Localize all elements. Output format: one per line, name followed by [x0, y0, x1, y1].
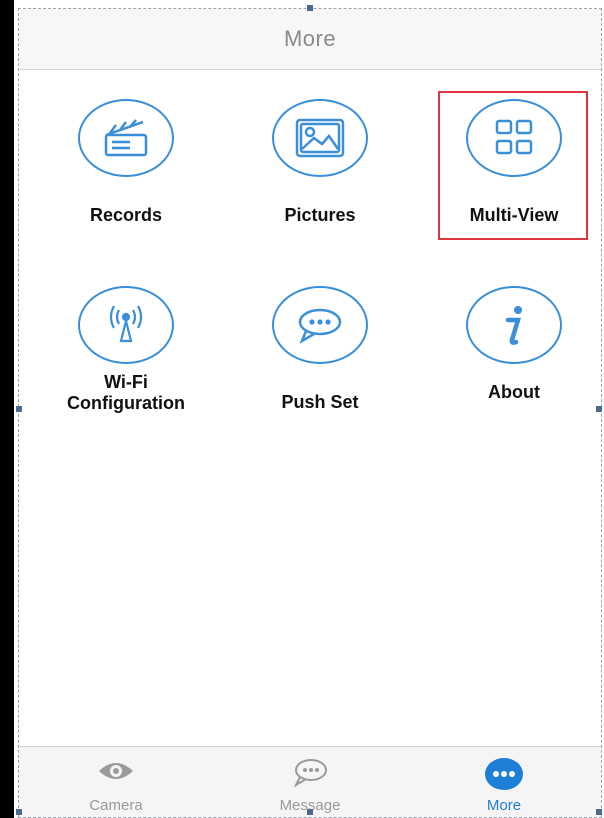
tab-camera-label: Camera [89, 797, 143, 814]
multi-view-item[interactable]: Multi-View [424, 99, 601, 249]
push-set-circle [272, 286, 368, 364]
tab-more-label: More [486, 797, 522, 814]
about-circle [466, 286, 562, 364]
resize-handle-bottom-right[interactable] [596, 809, 602, 815]
records-item[interactable]: Records [36, 99, 216, 249]
multi-view-label: Multi-View [469, 205, 559, 225]
more-dots-icon [485, 758, 523, 790]
page-title: More [283, 26, 337, 51]
wifi-circle [78, 286, 174, 364]
pictures-label: Pictures [284, 205, 356, 225]
nav-header: More [19, 9, 601, 70]
clapperboard-icon [104, 119, 148, 157]
grid-icon [495, 119, 533, 155]
resize-handle-bottom-left[interactable] [16, 809, 22, 815]
app-screen: More Records Pictures Multi-View Wi-Fi C… [18, 8, 602, 818]
about-item[interactable]: About [424, 286, 601, 436]
resize-handle-bottom[interactable] [307, 809, 313, 815]
about-label: About [488, 382, 540, 402]
resize-handle-right[interactable] [596, 406, 602, 412]
picture-icon [295, 118, 345, 158]
left-edge-bar [0, 0, 14, 818]
tab-more[interactable]: More [407, 747, 601, 817]
wifi-antenna-icon [109, 305, 143, 343]
tab-message[interactable]: Message [213, 747, 407, 817]
wifi-configuration-label: Wi-Fi Configuration [67, 372, 185, 413]
resize-handle-left[interactable] [16, 406, 22, 412]
records-circle [78, 99, 174, 177]
message-icon [293, 759, 327, 787]
records-label: Records [89, 205, 163, 225]
tab-camera[interactable]: Camera [19, 747, 213, 817]
push-set-label: Push Set [281, 392, 359, 412]
pictures-item[interactable]: Pictures [230, 99, 410, 249]
bottom-tab-bar: Camera Message More [19, 746, 601, 817]
chat-bubble-icon [298, 308, 342, 344]
resize-handle-top[interactable] [307, 5, 313, 11]
push-set-item[interactable]: Push Set [230, 286, 410, 436]
info-icon [505, 306, 522, 345]
eye-icon [99, 763, 133, 779]
pictures-circle [272, 99, 368, 177]
multi-view-circle [466, 99, 562, 177]
wifi-configuration-item[interactable]: Wi-Fi Configuration [36, 286, 216, 436]
